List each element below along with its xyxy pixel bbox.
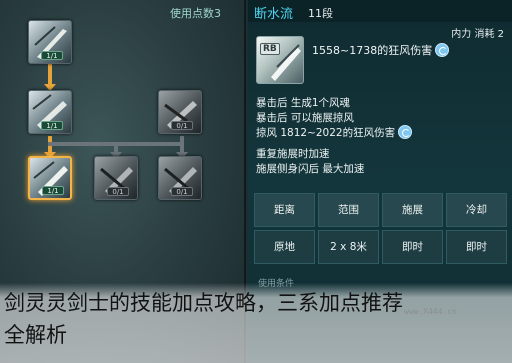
wind-element-icon xyxy=(398,125,413,139)
caption-line-2: 全解析 xyxy=(4,323,67,347)
effect-line: 暴击后 可以施展掠风 xyxy=(256,112,354,124)
skill-level: 11段 xyxy=(308,7,333,20)
skill-node-r3c1[interactable]: 1/1 xyxy=(28,156,72,200)
skill-node-level: 1/1 xyxy=(41,51,63,60)
caption-line-1: 剑灵灵剑士的技能加点攻略，三系加点推荐 xyxy=(4,291,403,315)
skill-cost: 内力 消耗 2 xyxy=(451,29,504,40)
skill-name: 断水流 xyxy=(254,7,294,22)
skill-node-level: 0/1 xyxy=(171,187,193,196)
skill-icon: RB xyxy=(256,36,304,84)
stat-value-cast: 即时 xyxy=(382,230,443,264)
skill-node-r2c3[interactable]: 0/1 xyxy=(158,90,202,134)
stat-header-area: 范围 xyxy=(318,193,379,227)
skill-node-r2c1[interactable]: 1/1 xyxy=(28,90,72,134)
stat-value-cooldown: 即时 xyxy=(446,230,507,264)
stat-header-range: 距离 xyxy=(254,193,315,227)
skill-damage-text: 1558~1738的狂风伤害 xyxy=(312,44,433,57)
skill-node-level: 0/1 xyxy=(107,187,129,196)
skill-node-r3c2[interactable]: 0/1 xyxy=(94,156,138,200)
skill-key-tag: RB xyxy=(260,43,280,55)
stat-value-range: 原地 xyxy=(254,230,315,264)
effect-line: 暴击后 生成1个风魂 xyxy=(256,97,351,109)
skill-stats-table: 距离 范围 施展 冷却 原地 2 x 8米 即时 即时 xyxy=(254,193,508,271)
tree-link xyxy=(48,64,52,86)
game-screen: 使用点数3 1/1 1/1 0/1 1/1 0/1 0/1 断水流 11段 内力… xyxy=(0,0,512,363)
points-used-label: 使用点数3 xyxy=(170,7,221,20)
skill-detail-header: 断水流 11段 xyxy=(248,0,512,22)
skill-node-level: 0/1 xyxy=(171,121,193,130)
skill-node-level: 1/1 xyxy=(42,186,64,195)
watermark: www.X444.cn xyxy=(404,307,457,316)
skill-damage: 1558~1738的狂风伤害 xyxy=(312,42,450,58)
effect-line-text: 掠风 1812~2022的狂风伤害 xyxy=(256,127,396,139)
stat-value-area: 2 x 8米 xyxy=(318,230,379,264)
skill-node-r3c3[interactable]: 0/1 xyxy=(158,156,202,200)
effect-line: 施展侧身闪后 最大加速 xyxy=(256,163,365,175)
stat-header-cooldown: 冷却 xyxy=(446,193,507,227)
skill-node-r1c1[interactable]: 1/1 xyxy=(28,20,72,64)
skill-node-level: 1/1 xyxy=(41,121,63,130)
wind-element-icon xyxy=(435,43,450,57)
skill-effects: 暴击后 生成1个风魂 暴击后 可以施展掠风 掠风 1812~2022的狂风伤害 … xyxy=(256,96,506,177)
effect-line: 重复施展时加速 xyxy=(256,148,330,160)
stat-header-cast: 施展 xyxy=(382,193,443,227)
effect-line: 掠风 1812~2022的狂风伤害 xyxy=(256,125,506,141)
